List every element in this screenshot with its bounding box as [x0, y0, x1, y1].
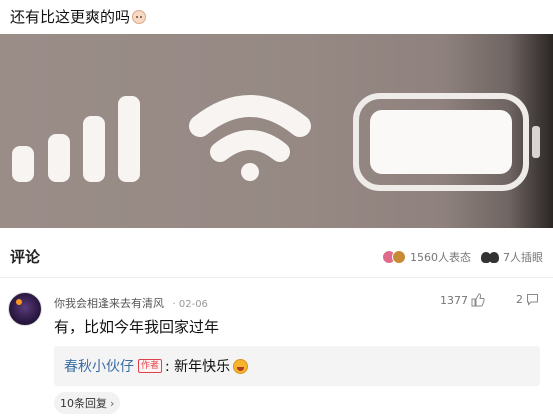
comment-item: 你我会相逢来去有清风 · 02-06 1377 2 有，比如今年我回家过年 春秋…: [0, 286, 553, 420]
post-title-text: 还有比这更爽的吗: [10, 8, 131, 26]
signal-bar: [12, 146, 34, 182]
eyes-icon: [481, 251, 499, 263]
wifi-icon: [189, 95, 311, 181]
reply-preview[interactable]: 春秋小伙仔 作者 : 新年快乐: [54, 346, 540, 386]
laugh-emoji-icon: [233, 358, 249, 374]
comment-author-line: 你我会相逢来去有清风 · 02-06: [54, 295, 208, 311]
reaction-icons[interactable]: [382, 249, 406, 264]
comment-author[interactable]: 你我会相逢来去有清风: [54, 297, 164, 310]
signal-bars-icon: [12, 96, 140, 182]
reply-button[interactable]: 2: [516, 293, 539, 306]
comments-title: 评论: [10, 248, 41, 266]
header-stats: 1560人表态 7人插眼: [382, 249, 543, 265]
author-badge: 作者: [138, 359, 163, 373]
reactions-count[interactable]: 1560人表态: [410, 249, 471, 265]
more-replies-button[interactable]: 10条回复 ›: [54, 392, 121, 414]
viewers-count[interactable]: 7人插眼: [503, 249, 543, 265]
avatar[interactable]: [8, 292, 42, 326]
comment-text: 有，比如今年我回家过年: [54, 318, 220, 336]
more-replies-label: 10条回复: [60, 397, 107, 410]
signal-bar: [83, 116, 105, 182]
face-emoji-icon: [132, 10, 147, 24]
comment-date-value: 02-06: [178, 299, 208, 310]
comment-bubble-icon: [527, 294, 538, 306]
thumbs-up-icon: [471, 293, 485, 307]
signal-bar: [48, 134, 70, 182]
reply-author[interactable]: 春秋小伙仔: [64, 356, 134, 376]
like-button[interactable]: 1377: [440, 293, 485, 307]
status-bar-illustration: [12, 93, 540, 191]
battery-icon: [353, 93, 540, 191]
hat-reaction-icon: [392, 249, 406, 264]
chevron-right-icon: ›: [110, 396, 115, 410]
comments-header: 评论 1560人表态 7人插眼: [0, 236, 553, 278]
post-image[interactable]: [0, 34, 553, 228]
like-count: 1377: [440, 293, 468, 307]
post-title: 还有比这更爽的吗: [10, 6, 147, 28]
comment-date: · 02-06: [172, 299, 208, 310]
signal-bar: [118, 96, 140, 182]
reply-count: 2: [516, 293, 523, 306]
reply-text: : 新年快乐: [165, 359, 231, 375]
